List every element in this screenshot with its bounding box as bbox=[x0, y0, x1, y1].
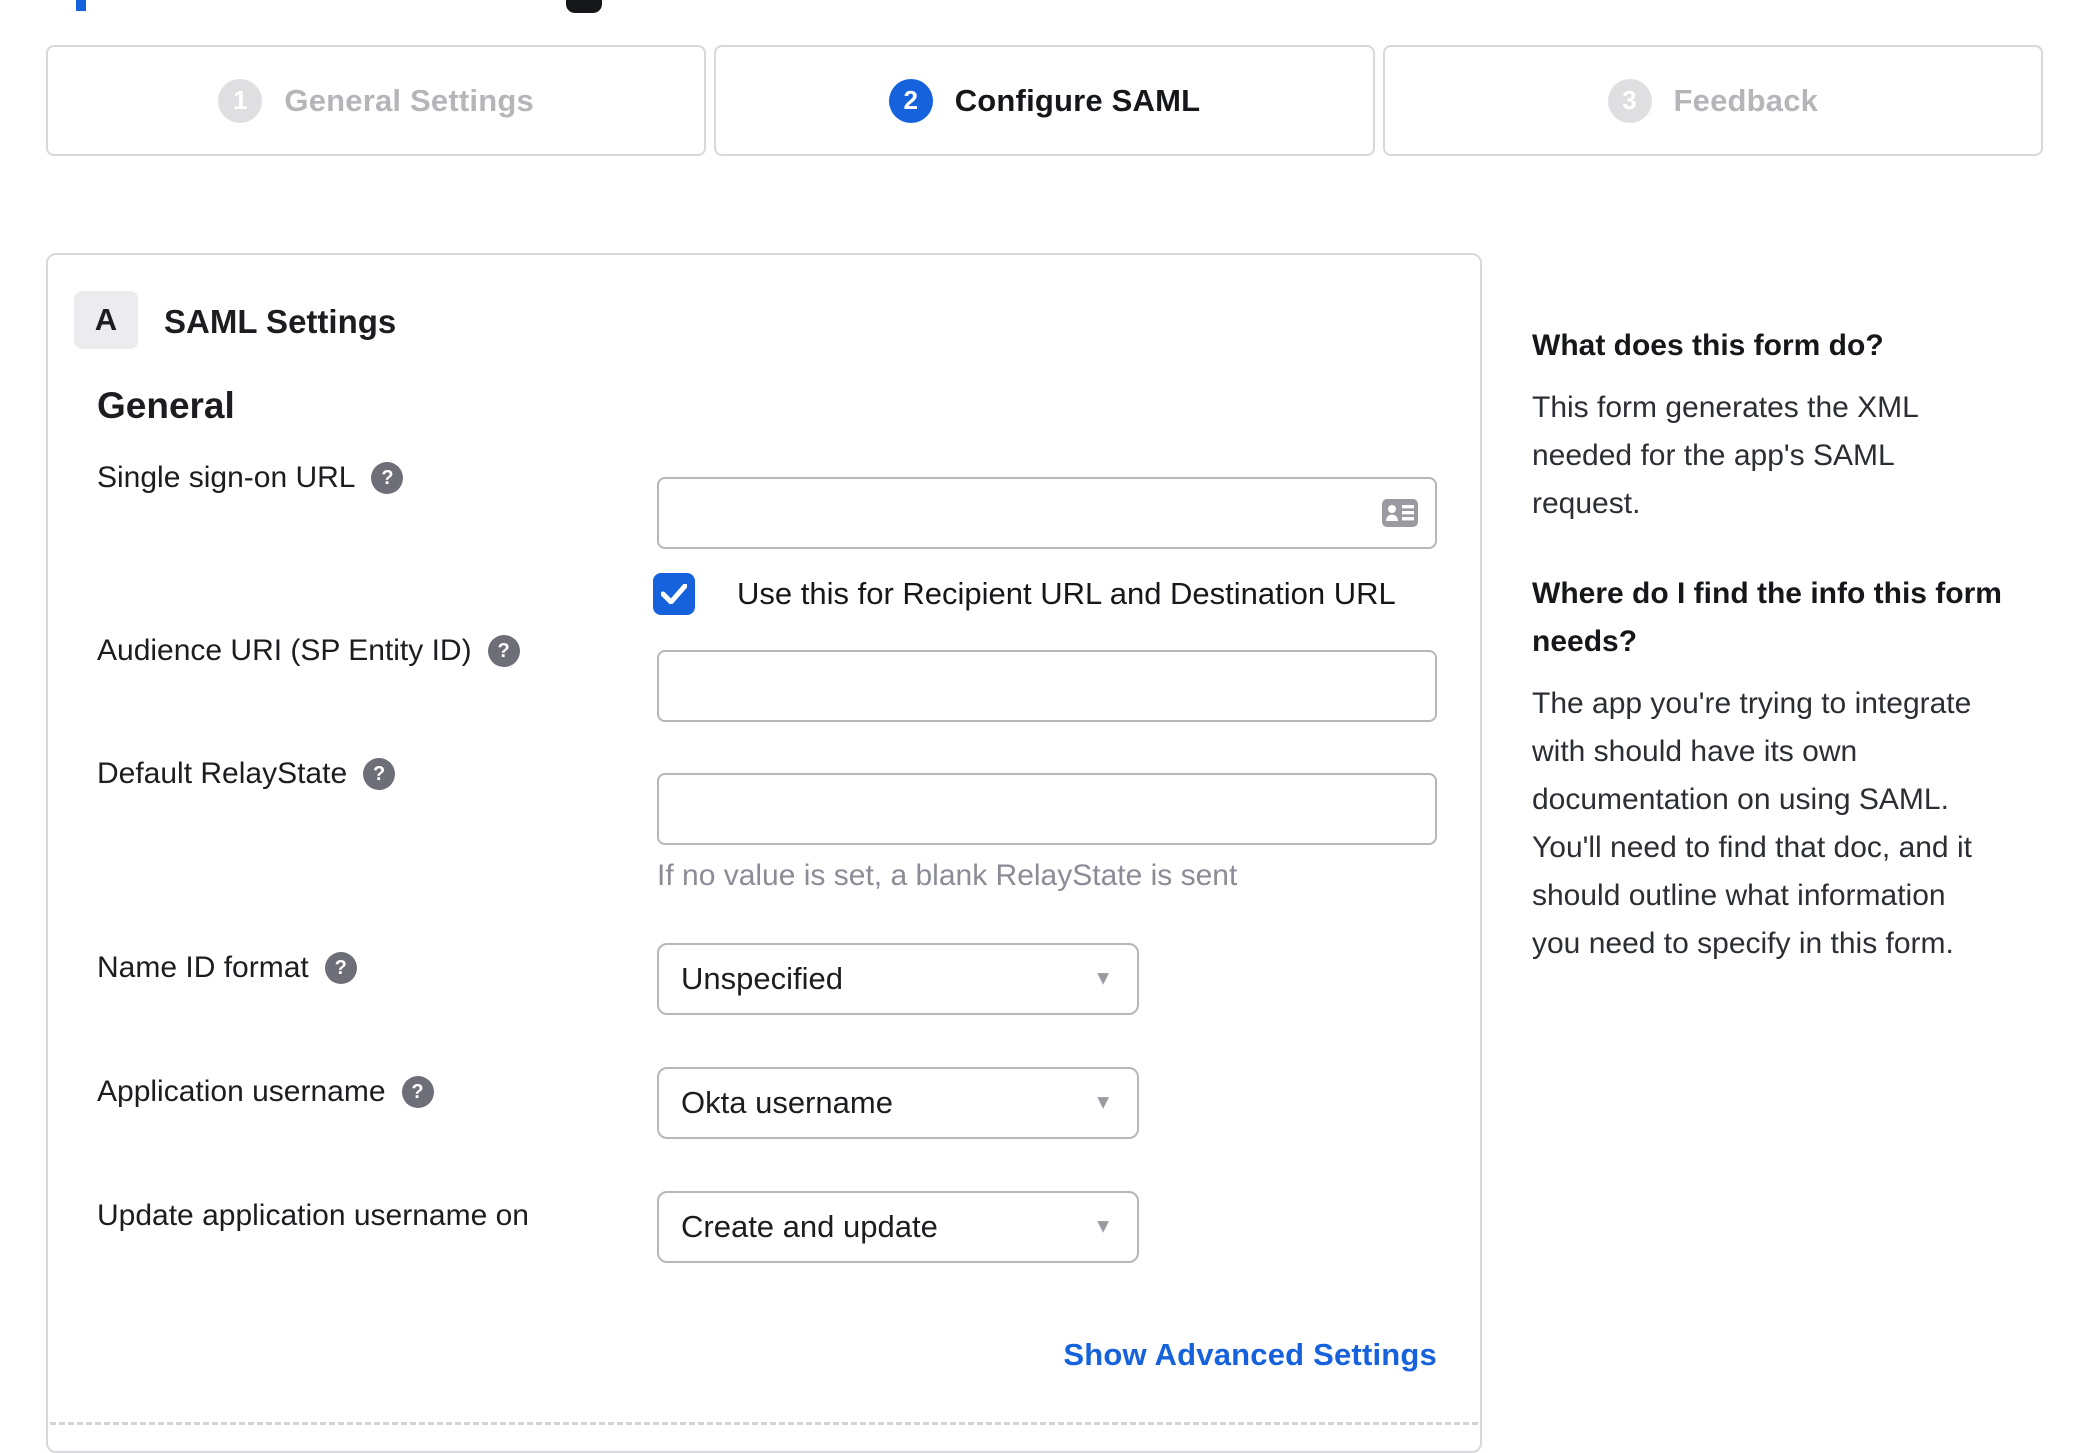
wizard-stepper: 1 General Settings 2 Configure SAML 3 Fe… bbox=[46, 45, 2043, 156]
section-a-badge: A bbox=[74, 291, 138, 349]
step-general-settings[interactable]: 1 General Settings bbox=[46, 45, 707, 156]
default-relaystate-input-wrap bbox=[657, 773, 1437, 845]
audience-uri-label: Audience URI (SP Entity ID) ? bbox=[97, 634, 520, 668]
relaystate-hint: If no value is set, a blank RelayState i… bbox=[657, 859, 1238, 892]
help-icon[interactable]: ? bbox=[487, 635, 520, 667]
chevron-down-icon: ▼ bbox=[1093, 1091, 1113, 1114]
sso-url-label: Single sign-on URL ? bbox=[97, 461, 404, 495]
application-username-value: Okta username bbox=[681, 1085, 893, 1120]
name-id-format-label-text: Name ID format bbox=[97, 951, 309, 984]
update-app-username-label: Update application username on bbox=[97, 1199, 529, 1233]
application-username-label: Application username ? bbox=[97, 1075, 434, 1109]
sso-url-label-text: Single sign-on URL bbox=[97, 461, 356, 494]
update-app-username-value: Create and update bbox=[681, 1209, 938, 1244]
update-app-username-label-text: Update application username on bbox=[97, 1199, 529, 1232]
show-advanced-settings-link[interactable]: Show Advanced Settings bbox=[657, 1337, 1437, 1373]
recipient-url-checkbox-row: Use this for Recipient URL and Destinati… bbox=[653, 573, 1396, 615]
audience-uri-label-text: Audience URI (SP Entity ID) bbox=[97, 634, 472, 667]
step-label: Configure SAML bbox=[954, 82, 1201, 118]
step-number-badge: 1 bbox=[218, 78, 263, 123]
audience-uri-input-wrap bbox=[657, 650, 1437, 722]
sidebar-heading-where: Where do I find the info this form needs… bbox=[1532, 577, 2002, 658]
sso-url-input-wrap bbox=[657, 477, 1437, 549]
audience-uri-input[interactable] bbox=[657, 650, 1437, 722]
help-icon[interactable]: ? bbox=[324, 952, 357, 984]
step-configure-saml[interactable]: 2 Configure SAML bbox=[714, 45, 1375, 156]
sso-url-input[interactable] bbox=[657, 477, 1437, 549]
panel-title: SAML Settings bbox=[164, 303, 397, 340]
sidebar-body-what: This form generates the XML needed for t… bbox=[1532, 391, 1918, 520]
help-sidebar: What does this form do? This form genera… bbox=[1532, 322, 2002, 1010]
sidebar-body-where: The app you're trying to integrate with … bbox=[1532, 687, 1972, 960]
saml-settings-panel: A SAML Settings General Single sign-on U… bbox=[46, 253, 1482, 1453]
dashed-divider bbox=[50, 1422, 1478, 1425]
cutoff-header-dark-element bbox=[566, 0, 602, 13]
default-relaystate-label: Default RelayState ? bbox=[97, 757, 396, 791]
contact-card-icon bbox=[1382, 499, 1418, 527]
step-number-badge: 3 bbox=[1607, 78, 1652, 123]
chevron-down-icon: ▼ bbox=[1093, 1215, 1113, 1238]
check-icon bbox=[661, 584, 687, 604]
general-section-heading: General bbox=[97, 385, 235, 426]
update-app-username-select[interactable]: Create and update ▼ bbox=[657, 1191, 1139, 1263]
help-icon[interactable]: ? bbox=[401, 1076, 434, 1108]
recipient-url-checkbox-label: Use this for Recipient URL and Destinati… bbox=[737, 576, 1396, 611]
step-number-badge: 2 bbox=[888, 78, 933, 123]
name-id-format-value: Unspecified bbox=[681, 961, 843, 996]
step-label: Feedback bbox=[1673, 82, 1819, 118]
help-icon[interactable]: ? bbox=[363, 758, 396, 790]
default-relaystate-input[interactable] bbox=[657, 773, 1437, 845]
step-feedback[interactable]: 3 Feedback bbox=[1382, 45, 2043, 156]
cutoff-header-blue-element bbox=[76, 0, 86, 11]
name-id-format-label: Name ID format ? bbox=[97, 951, 357, 985]
step-label: General Settings bbox=[284, 82, 534, 118]
chevron-down-icon: ▼ bbox=[1093, 967, 1113, 990]
recipient-url-checkbox[interactable] bbox=[653, 573, 695, 615]
help-icon[interactable]: ? bbox=[371, 462, 404, 494]
application-username-select[interactable]: Okta username ▼ bbox=[657, 1067, 1139, 1139]
application-username-label-text: Application username bbox=[97, 1075, 386, 1108]
default-relaystate-label-text: Default RelayState bbox=[97, 757, 348, 790]
name-id-format-select[interactable]: Unspecified ▼ bbox=[657, 943, 1139, 1015]
sidebar-heading-what: What does this form do? bbox=[1532, 329, 1884, 362]
